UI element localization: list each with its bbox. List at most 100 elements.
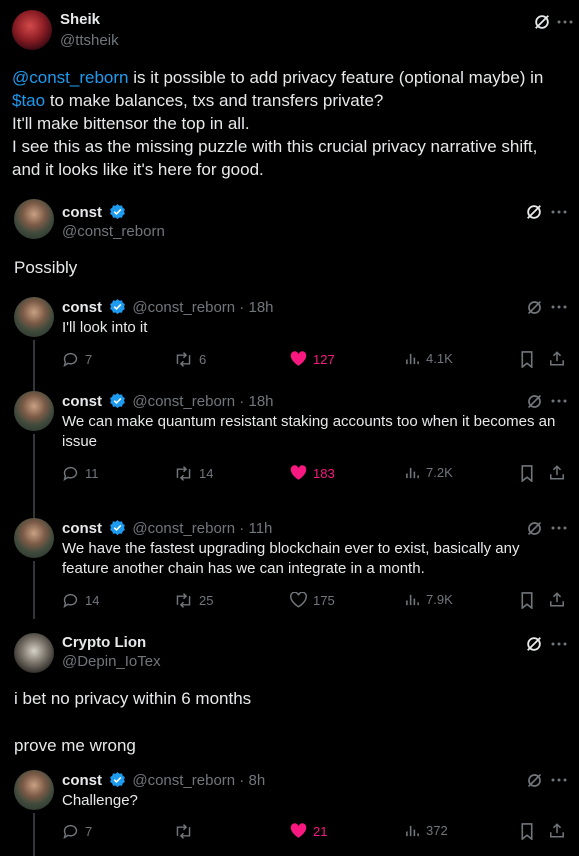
author-meta[interactable]: @const_reborn · 11h bbox=[132, 520, 272, 537]
grok-icon[interactable] bbox=[524, 518, 544, 538]
like-button[interactable]: 183 bbox=[290, 465, 335, 481]
author-name[interactable]: Sheik bbox=[60, 11, 100, 28]
share-icon[interactable] bbox=[549, 464, 565, 481]
reply-button[interactable]: 7 bbox=[62, 823, 92, 840]
repost-button[interactable]: 14 bbox=[174, 465, 213, 482]
reply-text-line: I'll look into it bbox=[62, 319, 148, 336]
views-count: 372 bbox=[426, 823, 448, 838]
bookmark-icon[interactable] bbox=[520, 592, 534, 609]
views-button[interactable]: 7.2K bbox=[405, 465, 453, 480]
grok-icon[interactable] bbox=[524, 391, 544, 411]
avatar[interactable] bbox=[14, 633, 54, 673]
reply-button[interactable]: 11 bbox=[62, 465, 99, 482]
mention-link[interactable]: @const_reborn bbox=[12, 68, 129, 87]
reply-text: I'll look into it bbox=[62, 318, 567, 338]
avatar[interactable] bbox=[14, 391, 54, 431]
post-text-line: It'll make bittensor the top in all. bbox=[12, 114, 250, 133]
reply-button[interactable]: 7 bbox=[62, 351, 92, 368]
post-text: i bet no privacy within 6 months bbox=[14, 689, 252, 708]
verified-badge-icon bbox=[109, 392, 126, 413]
post-text-line: I see this as the missing puzzle with th… bbox=[12, 137, 538, 156]
views-button[interactable]: 7.9K bbox=[405, 592, 453, 607]
like-count: 175 bbox=[313, 592, 335, 608]
share-icon[interactable] bbox=[549, 350, 565, 367]
author-row: const @const_reborn · 18h bbox=[62, 298, 274, 319]
author-row: const @const_reborn · 8h bbox=[62, 771, 265, 792]
reply-text: Challenge? bbox=[62, 792, 138, 809]
reply-text-line: We can make quantum resistant staking ac… bbox=[62, 413, 556, 430]
views-count: 7.2K bbox=[426, 465, 453, 480]
like-count: 183 bbox=[313, 465, 335, 481]
views-button[interactable]: 4.1K bbox=[405, 351, 453, 366]
author-row: const @const_reborn · 11h bbox=[62, 519, 272, 540]
avatar[interactable] bbox=[12, 10, 52, 50]
repost-count: 25 bbox=[199, 593, 214, 608]
like-button[interactable]: 175 bbox=[290, 592, 335, 608]
post-text-line: and it looks like it's here for good. bbox=[12, 160, 264, 179]
grok-icon[interactable] bbox=[524, 770, 544, 790]
avatar[interactable] bbox=[14, 518, 54, 558]
cashtag-link[interactable]: $tao bbox=[12, 91, 45, 110]
reply-count: 14 bbox=[85, 593, 100, 608]
grok-icon[interactable] bbox=[524, 202, 544, 222]
author-name[interactable]: const bbox=[62, 772, 102, 789]
reply-text-line: issue bbox=[62, 433, 98, 450]
bookmark-icon[interactable] bbox=[520, 351, 534, 368]
post-text: Possibly bbox=[14, 258, 78, 277]
share-icon[interactable] bbox=[549, 822, 565, 839]
like-count: 127 bbox=[313, 351, 335, 367]
author-handle[interactable]: @Depin_IoTex bbox=[62, 653, 161, 670]
thread-line bbox=[33, 813, 35, 856]
repost-button[interactable]: 6 bbox=[174, 351, 206, 368]
avatar[interactable] bbox=[14, 199, 54, 239]
repost-button[interactable]: 25 bbox=[174, 592, 213, 609]
author-name[interactable]: const bbox=[62, 393, 102, 410]
author-name[interactable]: const bbox=[62, 299, 102, 316]
author-name[interactable]: const bbox=[62, 204, 102, 221]
author-name[interactable]: const bbox=[62, 520, 102, 537]
author-name-row[interactable]: const bbox=[62, 203, 126, 224]
reply-count: 7 bbox=[85, 352, 93, 367]
grok-icon[interactable] bbox=[524, 297, 544, 317]
more-icon[interactable] bbox=[550, 770, 568, 790]
author-meta[interactable]: @const_reborn · 8h bbox=[132, 772, 265, 789]
author-meta[interactable]: @const_reborn · 18h bbox=[132, 299, 273, 316]
like-button[interactable]: 127 bbox=[290, 351, 335, 367]
more-icon[interactable] bbox=[550, 634, 568, 654]
author-meta[interactable]: @const_reborn · 18h bbox=[132, 393, 273, 410]
reply-text-line: feature another chain has we can integra… bbox=[62, 560, 425, 577]
reply-text-line: We have the fastest upgrading blockchain… bbox=[62, 540, 520, 557]
more-icon[interactable] bbox=[556, 12, 574, 32]
avatar[interactable] bbox=[14, 297, 54, 337]
verified-badge-icon bbox=[109, 203, 126, 224]
repost-count: 14 bbox=[199, 466, 214, 481]
author-handle[interactable]: @ttsheik bbox=[60, 32, 119, 49]
like-button[interactable]: 21 bbox=[290, 823, 327, 839]
bookmark-icon[interactable] bbox=[520, 465, 534, 482]
share-icon[interactable] bbox=[549, 591, 565, 608]
post-text-segment: is it possible to add privacy feature (o… bbox=[128, 68, 544, 87]
grok-icon[interactable] bbox=[532, 12, 552, 32]
more-icon[interactable] bbox=[550, 297, 568, 317]
thread-line bbox=[33, 340, 35, 392]
thread-line bbox=[33, 434, 35, 518]
verified-badge-icon bbox=[109, 771, 126, 792]
repost-button[interactable] bbox=[174, 823, 199, 840]
more-icon[interactable] bbox=[550, 202, 568, 222]
thread-line bbox=[33, 561, 35, 619]
reply-button[interactable]: 14 bbox=[62, 592, 99, 609]
repost-count: 6 bbox=[199, 352, 207, 367]
verified-badge-icon bbox=[109, 298, 126, 319]
like-count: 21 bbox=[313, 823, 328, 839]
bookmark-icon[interactable] bbox=[520, 823, 534, 840]
reply-count: 11 bbox=[85, 466, 99, 481]
more-icon[interactable] bbox=[550, 391, 568, 411]
author-name[interactable]: Crypto Lion bbox=[62, 634, 146, 651]
grok-icon[interactable] bbox=[524, 634, 544, 654]
views-button[interactable]: 372 bbox=[405, 823, 448, 838]
post-text-segment: to make balances, txs and transfers priv… bbox=[45, 91, 384, 110]
more-icon[interactable] bbox=[550, 518, 568, 538]
post-text: prove me wrong bbox=[14, 736, 136, 755]
author-handle[interactable]: @const_reborn bbox=[62, 223, 165, 240]
avatar[interactable] bbox=[14, 770, 54, 810]
